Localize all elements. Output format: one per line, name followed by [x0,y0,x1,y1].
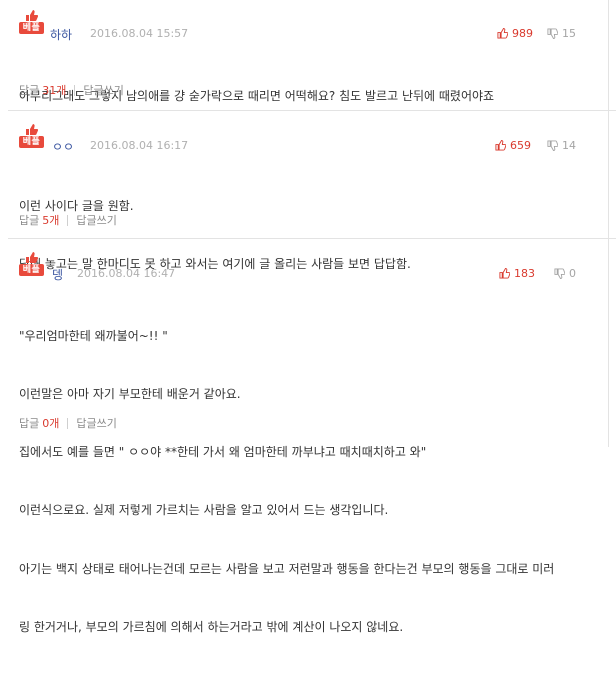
reply-toggle[interactable]: 답글 31개 [19,82,66,98]
comment-text: "우리엄마한테 왜까불어~!! " 이런말은 아마 자기 부모한테 배운거 같아… [19,288,554,676]
dislike-count: 0 [569,267,576,280]
reply-count: 5개 [42,214,60,227]
divider [67,417,69,429]
comment-separator [8,238,616,239]
dislike-icon [547,28,558,39]
write-reply-link[interactable]: 답글쓰기 [76,212,116,228]
comment-footer: 답글 31개 답글쓰기 [19,82,124,98]
like-button[interactable]: 183 [499,267,535,280]
dislike-icon [547,140,558,151]
like-icon [499,268,510,279]
dislike-button[interactable]: 15 [547,27,576,40]
best-badge: 베플 [19,10,45,34]
reply-toggle[interactable]: 답글 5개 [19,212,59,228]
best-badge-label: 베플 [19,264,44,276]
comment-author[interactable]: ㅇㅇ [52,138,74,155]
comment-author[interactable]: 하하 [50,26,72,43]
like-icon [497,28,508,39]
best-badge-label: 베플 [19,136,44,148]
comment-footer: 답글 0개 답글쓰기 [19,415,117,431]
reply-toggle[interactable]: 답글 0개 [19,415,59,431]
comment-line: 아기는 백지 상태로 태어나는건데 모르는 사람을 보고 저런말과 행동을 한다… [19,561,555,576]
comment-separator [8,110,616,111]
comment-footer: 답글 5개 답글쓰기 [19,212,117,228]
comment-item: 베플 뎅 2016.08.04 16:47 183 0 "우리엄마한테 왜까불어… [0,240,616,634]
like-button[interactable]: 989 [497,27,533,40]
comment-line: 이런식으로요. 실제 저렇게 가르치는 사람을 알고 있어서 드는 생각입니다. [19,503,389,518]
comment-line: 이런말은 아마 자기 부모한테 배운거 같아요. [19,387,241,402]
divider [74,84,76,96]
best-badge: 베플 [19,124,45,148]
like-button[interactable]: 659 [495,139,531,152]
comment-line: 집에서도 예를 들면 " ㅇㅇ야 **한테 가서 왜 엄마한테 까부냐고 때치때… [19,445,427,460]
thumbs-up-icon [26,10,38,21]
dislike-icon [554,268,565,279]
best-badge: 베플 [19,252,45,276]
reply-count: 0개 [42,417,60,430]
comment-line: "우리엄마한테 왜까불어~!! " [19,328,168,343]
dislike-count: 15 [562,27,576,40]
comment-item: 베플 하하 2016.08.04 15:57 989 15 아무리그래도 그렇지… [0,0,616,105]
comment-author[interactable]: 뎅 [52,266,63,283]
like-count: 659 [510,139,531,152]
thumbs-up-icon [26,252,38,263]
comment-item: 베플 ㅇㅇ 2016.08.04 16:17 659 14 이런 사이다 글을 … [0,112,616,271]
dislike-count: 14 [562,139,576,152]
write-reply-link[interactable]: 답글쓰기 [83,82,123,98]
thumbs-up-icon [26,124,38,135]
like-count: 183 [514,267,535,280]
like-icon [495,140,506,151]
best-badge-label: 베플 [19,22,44,34]
comment-date: 2016.08.04 15:57 [90,27,189,40]
comment-date: 2016.08.04 16:47 [77,267,176,280]
dislike-button[interactable]: 14 [547,139,576,152]
comment-line: 링 한거거나, 부모의 가르침에 의해서 하는거라고 밖에 계산이 나오지 않네… [19,619,404,634]
write-reply-link[interactable]: 답글쓰기 [76,415,116,431]
reply-count: 31개 [42,84,67,97]
comment-date: 2016.08.04 16:17 [90,139,189,152]
like-count: 989 [512,27,533,40]
dislike-button[interactable]: 0 [554,267,576,280]
divider [67,214,69,226]
